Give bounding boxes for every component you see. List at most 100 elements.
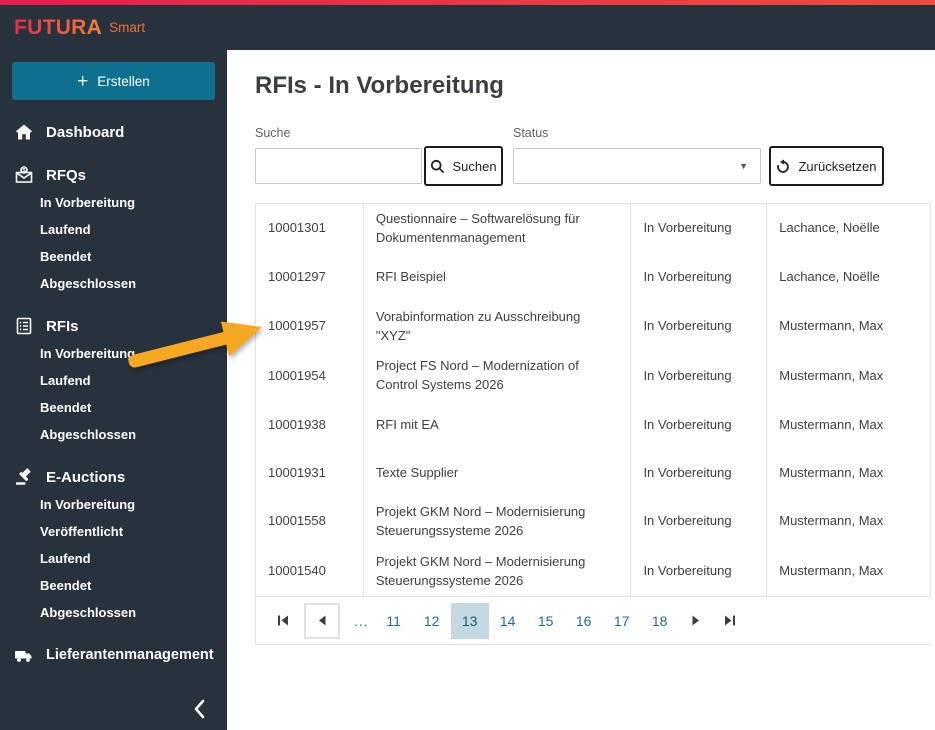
cell-status: In Vorbereitung xyxy=(631,204,768,254)
sidebar-subitem-rfis-beendet[interactable]: Beendet xyxy=(0,394,227,421)
cell-status: In Vorbereitung xyxy=(631,401,768,450)
sidebar-item-e-auctions[interactable]: E-Auctions xyxy=(0,463,227,491)
chevron-down-icon: ▼ xyxy=(739,161,748,171)
rfi-list-icon xyxy=(14,317,33,336)
brand-suffix: Smart xyxy=(109,20,146,35)
page-16[interactable]: 16 xyxy=(565,603,603,639)
table-row[interactable]: 10001540 Projekt GKM Nord – Modernisieru… xyxy=(256,546,932,597)
previous-page-button[interactable] xyxy=(304,602,340,639)
table-row[interactable]: 10001954 Project FS Nord – Modernization… xyxy=(256,351,932,402)
sidebar-item-rfqs[interactable]: $ RFQs xyxy=(0,161,227,189)
cell-owner: Mustermann, Max xyxy=(767,301,932,352)
cell-id: 10001558 xyxy=(256,497,364,547)
cell-title: RFI Beispiel xyxy=(364,253,632,302)
cell-owner: Mustermann, Max xyxy=(767,351,932,402)
cell-id: 10001931 xyxy=(256,449,364,498)
page-12[interactable]: 12 xyxy=(413,603,451,639)
pagination: ... 11 12 13 14 15 16 17 18 xyxy=(255,596,931,646)
sidebar-subitem-rfqs-in-vorbereitung[interactable]: In Vorbereitung xyxy=(0,189,227,216)
cell-owner: Mustermann, Max xyxy=(767,449,932,498)
cell-title: Questionnaire – Softwarelösung für Dokum… xyxy=(364,204,632,254)
search-button[interactable]: Suchen xyxy=(424,146,503,186)
sidebar-subitem-ea-laufend[interactable]: Laufend xyxy=(0,545,227,572)
cell-status: In Vorbereitung xyxy=(631,351,768,402)
cell-status: In Vorbereitung xyxy=(631,497,768,547)
sidebar-item-rfis[interactable]: RFIs xyxy=(0,312,227,340)
reset-icon xyxy=(776,158,791,174)
svg-text:$: $ xyxy=(22,168,25,174)
chevron-left-icon xyxy=(193,699,206,724)
sidebar-item-lieferantenmanagement[interactable]: Lieferantenmanagement xyxy=(0,641,227,669)
cell-status: In Vorbereitung xyxy=(631,253,768,302)
pagination-ellipsis[interactable]: ... xyxy=(354,613,369,629)
page-18[interactable]: 18 xyxy=(641,603,679,639)
home-icon xyxy=(14,123,33,142)
sidebar-item-dashboard[interactable]: Dashboard xyxy=(0,118,227,146)
search-button-label: Suchen xyxy=(452,158,497,174)
sidebar-subitem-rfis-in-vorbereitung[interactable]: In Vorbereitung xyxy=(0,340,227,367)
cell-title: Project FS Nord – Modernization of Contr… xyxy=(364,351,632,402)
app-header: FUTURA Smart xyxy=(0,5,935,50)
cell-title: Vorabinformation zu Ausschreibung "XYZ" xyxy=(364,301,632,352)
cell-title: Projekt GKM Nord – Modernisierung Steuer… xyxy=(364,546,632,597)
search-input[interactable] xyxy=(255,148,422,184)
truck-icon xyxy=(14,646,33,665)
sidebar-item-label: RFQs xyxy=(46,166,87,184)
sidebar-subitem-ea-abgeschlossen[interactable]: Abgeschlossen xyxy=(0,599,227,626)
brand-logo: FUTURA xyxy=(14,15,103,39)
sidebar-subitem-rfqs-abgeschlossen[interactable]: Abgeschlossen xyxy=(0,270,227,297)
status-dropdown[interactable]: ▼ xyxy=(513,148,761,184)
cell-id: 10001301 xyxy=(256,204,364,254)
sidebar-item-label: Lieferantenmanagement xyxy=(46,647,214,663)
table-row[interactable]: 10001297 RFI Beispiel In Vorbereitung La… xyxy=(256,253,932,302)
sidebar-item-label: Dashboard xyxy=(46,123,125,141)
cell-status: In Vorbereitung xyxy=(631,449,768,498)
sidebar-item-label: RFIs xyxy=(46,317,79,335)
reset-button-label: Zurücksetzen xyxy=(798,158,877,174)
cell-id: 10001938 xyxy=(256,401,364,450)
sidebar-subitem-ea-beendet[interactable]: Beendet xyxy=(0,572,227,599)
cell-title: RFI mit EA xyxy=(364,401,632,450)
sidebar: + Erstellen Dashboard $ RFQs In Vorberei… xyxy=(0,50,227,730)
status-label: Status xyxy=(513,126,549,140)
table-row[interactable]: 10001957 Vorabinformation zu Ausschreibu… xyxy=(256,301,932,352)
page-14[interactable]: 14 xyxy=(489,603,527,639)
first-page-button[interactable] xyxy=(270,604,296,638)
sidebar-subitem-ea-veroeffentlicht[interactable]: Veröffentlicht xyxy=(0,518,227,545)
last-page-button[interactable] xyxy=(717,604,743,638)
filter-labels: Suche Status xyxy=(255,126,935,140)
table-row[interactable]: 10001558 Projekt GKM Nord – Modernisieru… xyxy=(256,497,932,547)
plus-icon: + xyxy=(77,70,89,92)
page-17[interactable]: 17 xyxy=(603,603,641,639)
cell-id: 10001540 xyxy=(256,546,364,597)
page-title: RFIs - In Vorbereitung xyxy=(255,72,504,99)
cell-status: In Vorbereitung xyxy=(631,546,768,597)
create-button-label: Erstellen xyxy=(97,73,150,89)
sidebar-subitem-rfis-laufend[interactable]: Laufend xyxy=(0,367,227,394)
table-row[interactable]: 10001301 Questionnaire – Softwarelösung … xyxy=(256,204,932,254)
sidebar-subitem-rfqs-laufend[interactable]: Laufend xyxy=(0,216,227,243)
cell-id: 10001957 xyxy=(256,301,364,352)
sidebar-subitem-rfis-abgeschlossen[interactable]: Abgeschlossen xyxy=(0,421,227,448)
search-label: Suche xyxy=(255,126,291,140)
gavel-icon xyxy=(14,468,33,487)
sidebar-subitem-rfqs-beendet[interactable]: Beendet xyxy=(0,243,227,270)
table-row[interactable]: 10001938 RFI mit EA In Vorbereitung Must… xyxy=(256,401,932,450)
cell-title: Projekt GKM Nord – Modernisierung Steuer… xyxy=(364,497,632,547)
sidebar-subitem-ea-in-vorbereitung[interactable]: In Vorbereitung xyxy=(0,491,227,518)
table-row[interactable]: 10001931 Texte Supplier In Vorbereitung … xyxy=(256,449,932,498)
reset-button[interactable]: Zurücksetzen xyxy=(769,146,884,186)
cell-id: 10001297 xyxy=(256,253,364,302)
page-15[interactable]: 15 xyxy=(527,603,565,639)
sidebar-collapse-button[interactable] xyxy=(187,698,211,724)
search-icon xyxy=(430,159,445,174)
next-page-button[interactable] xyxy=(683,604,709,638)
cell-id: 10001954 xyxy=(256,351,364,402)
sidebar-item-label: E-Auctions xyxy=(46,468,126,486)
rfq-envelope-icon: $ xyxy=(14,166,33,185)
page-11[interactable]: 11 xyxy=(375,603,413,639)
create-button[interactable]: + Erstellen xyxy=(12,62,215,100)
cell-owner: Lachance, Noëlle xyxy=(767,253,932,302)
page-13-current[interactable]: 13 xyxy=(450,602,489,639)
cell-status: In Vorbereitung xyxy=(631,301,768,352)
